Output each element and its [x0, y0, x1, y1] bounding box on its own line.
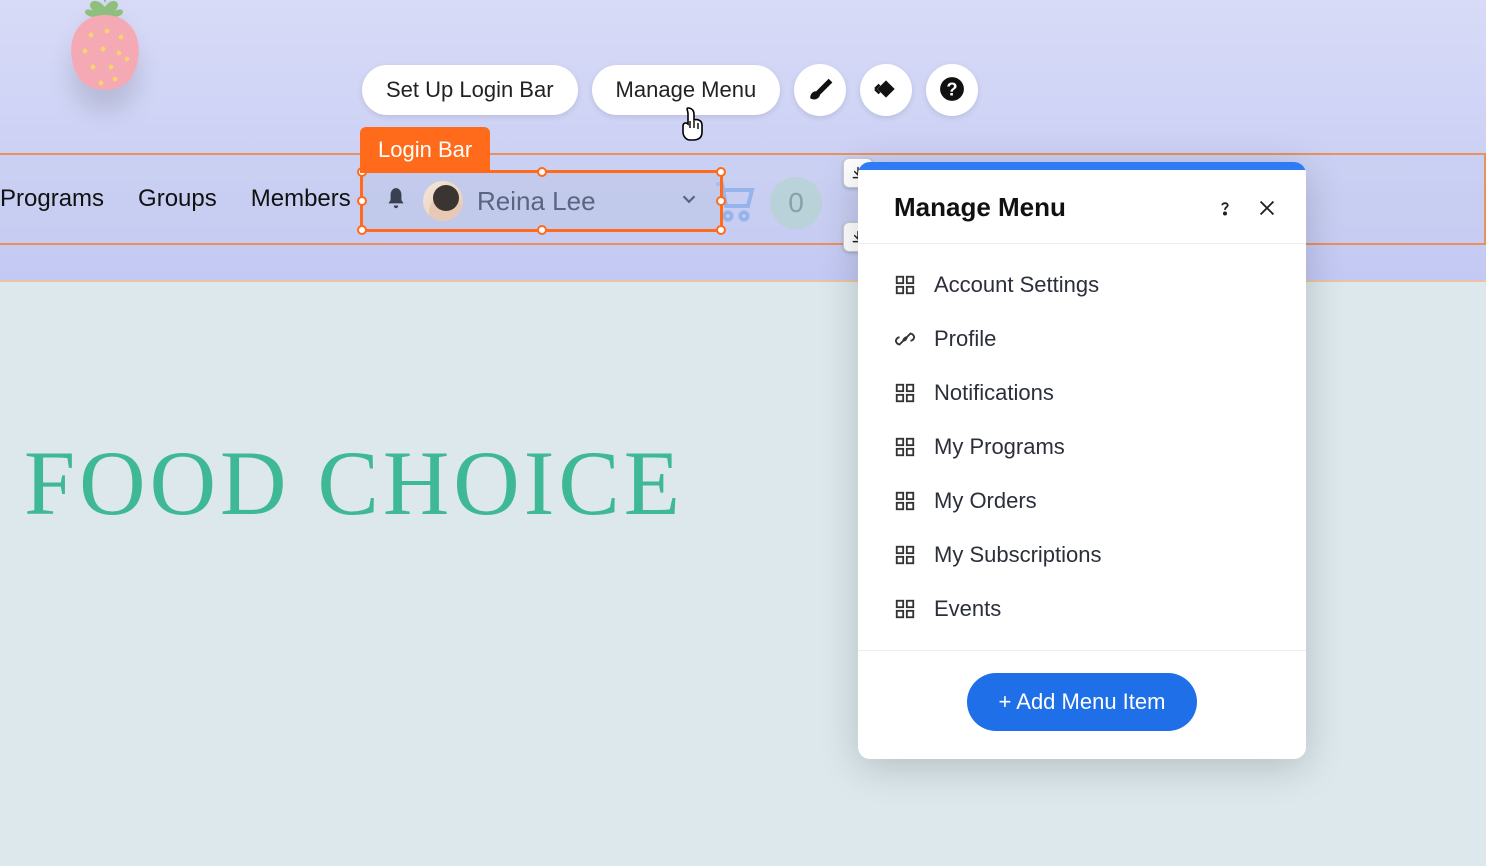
svg-text:?: ? — [947, 78, 958, 99]
menu-item-label: Notifications — [934, 380, 1054, 406]
panel-title: Manage Menu — [894, 192, 1194, 223]
user-name-label: Reina Lee — [477, 186, 664, 217]
selection-label: Login Bar — [360, 127, 490, 173]
link-icon — [894, 328, 916, 350]
panel-help-button[interactable] — [1214, 197, 1236, 219]
grid-icon — [894, 436, 916, 458]
grid-icon — [894, 544, 916, 566]
resize-handle[interactable] — [716, 196, 726, 206]
pointer-cursor-icon — [678, 106, 710, 142]
grid-icon — [894, 382, 916, 404]
menu-item-my-orders[interactable]: My Orders — [858, 474, 1306, 528]
resize-handle[interactable] — [357, 196, 367, 206]
login-bar-widget[interactable]: Reina Lee — [360, 170, 723, 232]
menu-item-list: Account Settings Profile Notifications M… — [858, 244, 1306, 650]
menu-item-label: Events — [934, 596, 1001, 622]
menu-item-label: My Programs — [934, 434, 1065, 460]
menu-item-account-settings[interactable]: Account Settings — [858, 258, 1306, 312]
menu-item-my-subscriptions[interactable]: My Subscriptions — [858, 528, 1306, 582]
help-icon — [1214, 197, 1236, 219]
resize-handle[interactable] — [537, 225, 547, 235]
menu-item-label: Account Settings — [934, 272, 1099, 298]
paintbrush-icon — [807, 76, 833, 105]
menu-item-label: Profile — [934, 326, 996, 352]
menu-item-label: My Orders — [934, 488, 1037, 514]
menu-item-my-programs[interactable]: My Programs — [858, 420, 1306, 474]
grid-icon — [894, 598, 916, 620]
resize-handle[interactable] — [716, 225, 726, 235]
animations-button[interactable] — [860, 64, 912, 116]
cart-count-badge: 0 — [770, 177, 822, 229]
menu-item-label: My Subscriptions — [934, 542, 1102, 568]
resize-handle[interactable] — [537, 167, 547, 177]
panel-accent-bar — [858, 162, 1306, 170]
setup-login-bar-button[interactable]: Set Up Login Bar — [362, 65, 578, 115]
avatar — [423, 181, 463, 221]
grid-icon — [894, 274, 916, 296]
add-menu-item-button[interactable]: + Add Menu Item — [967, 673, 1198, 731]
nav-links: Programs Groups Members — [0, 185, 351, 213]
stack-back-icon — [873, 76, 899, 105]
cart-widget[interactable]: 0 — [710, 176, 822, 229]
resize-handle[interactable] — [716, 167, 726, 177]
design-button[interactable] — [794, 64, 846, 116]
page-title: FOOD CHOICE — [24, 430, 684, 536]
menu-item-profile[interactable]: Profile — [858, 312, 1306, 366]
nav-link-groups[interactable]: Groups — [138, 185, 217, 213]
panel-close-button[interactable] — [1256, 197, 1278, 219]
bell-icon — [383, 186, 409, 217]
strawberry-icon — [55, 0, 155, 105]
manage-menu-panel: Manage Menu Account Settings Profile Not… — [858, 162, 1306, 759]
resize-handle[interactable] — [357, 225, 367, 235]
site-logo — [55, 0, 195, 155]
chevron-down-icon — [678, 188, 700, 215]
menu-item-events[interactable]: Events — [858, 582, 1306, 636]
menu-item-notifications[interactable]: Notifications — [858, 366, 1306, 420]
context-toolbar: Set Up Login Bar Manage Menu ? — [362, 64, 978, 116]
grid-icon — [894, 490, 916, 512]
close-icon — [1256, 197, 1278, 219]
nav-link-programs[interactable]: Programs — [0, 185, 104, 213]
help-button[interactable]: ? — [926, 64, 978, 116]
help-icon: ? — [939, 76, 965, 105]
nav-link-members[interactable]: Members — [251, 185, 351, 213]
